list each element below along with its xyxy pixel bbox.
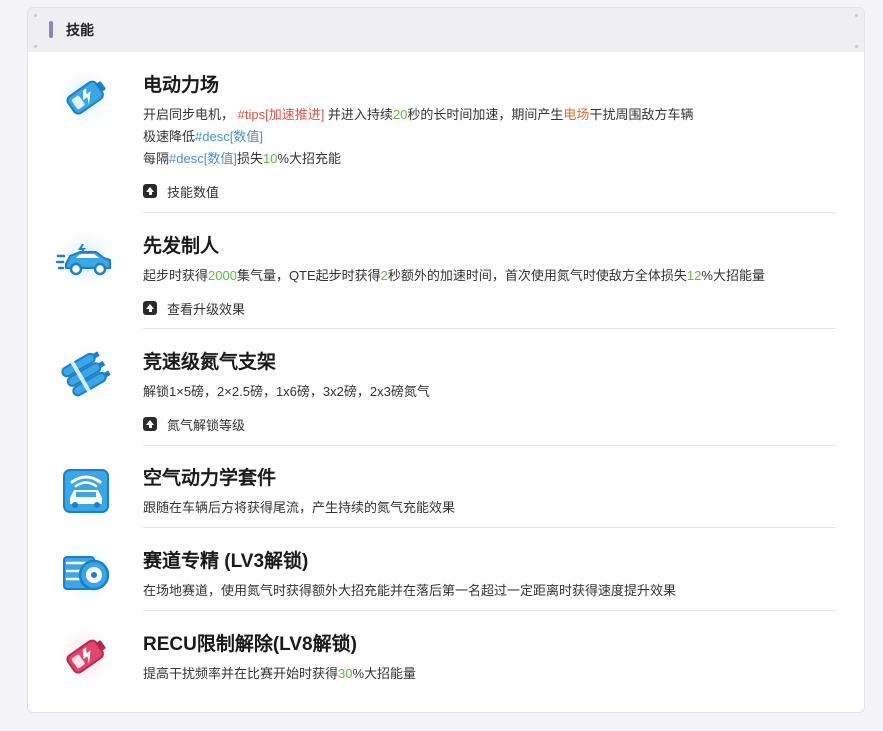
desc-line: 提高干扰频率并在比赛开始时获得30%大招能量 (143, 663, 836, 685)
skill-title: 电动力场 (143, 75, 220, 96)
nitro-unlock-expander[interactable]: 氮气解锁等级 (143, 414, 836, 434)
expand-arrow-icon (143, 184, 157, 198)
corner-dot (34, 14, 37, 17)
highlight-text: 30 (338, 666, 353, 681)
highlight-text: 2000 (208, 268, 237, 283)
desc-line: 开启同步电机， #tips[加速推进] 并进入持续20秒的长时间加速，期间产生电… (143, 104, 836, 126)
car-boost-icon (54, 226, 118, 290)
desc-text: 极速降低 (143, 129, 196, 144)
divider (143, 527, 836, 528)
highlight-text: #tips[加速推进] (237, 107, 325, 122)
aero-car-icon (54, 458, 118, 522)
corner-dot (34, 45, 37, 48)
highlight-text: 20 (392, 107, 408, 122)
panel-title: 技能 (66, 22, 94, 38)
desc-text: 集气量，QTE起步时获得 (236, 268, 381, 283)
expand-arrow-icon (143, 301, 157, 315)
expand-arrow-icon (143, 417, 157, 431)
divider (143, 445, 836, 446)
corner-dot (855, 45, 858, 48)
header-accent-bar (49, 21, 53, 38)
desc-text: 在场地赛道，使用氮气时获得额外大招充能并在落后第一名超过一定距离时获得速度提升效… (143, 583, 677, 598)
highlight-text: 10 (262, 151, 278, 166)
skills-panel: 技能 电动力场 开启同步电机， #tips[加速推进] 并进入持续20秒的长时间… (27, 7, 865, 713)
corner-dot (855, 14, 858, 17)
skill-title: 竞速级氮气支架 (143, 352, 277, 373)
desc-line: 起步时获得2000集气量，QTE起步时获得2秒额外的加速时间，首次使用氮气时使敌… (143, 265, 836, 287)
skill-description: 解锁1×5磅，2×2.5磅，1x6磅，3x2磅，2x3磅氮气 (143, 381, 836, 403)
tire-icon (54, 541, 118, 605)
panel-header: 技能 (28, 8, 864, 52)
desc-text: 每隔 (143, 151, 170, 166)
battery-blue-icon (54, 65, 118, 129)
desc-text: %大招能量 (352, 666, 417, 681)
desc-line: 每隔#desc[数值]损失10%大招充能 (143, 148, 836, 170)
desc-text: 开启同步电机， (143, 107, 238, 122)
desc-text: %大招充能 (277, 151, 341, 166)
desc-text: 解锁1×5磅，2×2.5磅，1x6磅，3x2磅，2x3磅氮气 (143, 384, 430, 399)
highlight-text: 电场 (563, 107, 590, 122)
desc-text: %大招能量 (701, 268, 765, 283)
skill-description: 跟随在车辆后方将获得尾流，产生持续的氮气充能效果 (143, 497, 836, 519)
expander-label: 技能数值 (167, 184, 220, 200)
highlight-text: #desc[数值] (169, 151, 237, 166)
divider (143, 610, 836, 611)
highlight-text: 2 (380, 268, 388, 283)
highlight-text: #desc[数值] (195, 129, 263, 144)
skill-title: 赛道专精 (LV3解锁) (143, 551, 309, 572)
battery-red-icon (54, 624, 118, 688)
skill-description: 提高干扰频率并在比赛开始时获得30%大招能量 (143, 663, 836, 685)
desc-text: 秒的长时间加速，期间产生 (407, 107, 564, 122)
skill-title: RECU限制解除(LV8解锁) (143, 634, 357, 655)
desc-text: 干扰周围敌方车辆 (589, 107, 694, 122)
desc-line: 在场地赛道，使用氮气时获得额外大招充能并在落后第一名超过一定距离时获得速度提升效… (143, 580, 836, 602)
skill-title: 先发制人 (143, 236, 220, 257)
desc-text: 损失 (236, 151, 263, 166)
highlight-text: 12 (686, 268, 702, 283)
skill-description: 开启同步电机， #tips[加速推进] 并进入持续20秒的长时间加速，期间产生电… (143, 104, 836, 170)
skill-values-expander[interactable]: 技能数值 (143, 181, 836, 201)
skill-description: 起步时获得2000集气量，QTE起步时获得2秒额外的加速时间，首次使用氮气时使敌… (143, 265, 836, 287)
desc-text: 并进入持续 (324, 107, 393, 122)
skill-description: 在场地赛道，使用氮气时获得额外大招充能并在落后第一名超过一定距离时获得速度提升效… (143, 580, 836, 602)
desc-text: 起步时获得 (143, 268, 209, 283)
upgrade-effects-expander[interactable]: 查看升级效果 (143, 298, 836, 318)
expander-label: 氮气解锁等级 (167, 417, 246, 433)
divider (143, 328, 836, 329)
divider (143, 212, 836, 213)
expander-label: 查看升级效果 (167, 301, 246, 317)
nitro-tanks-icon (54, 342, 118, 406)
desc-line: 极速降低#desc[数值] (143, 126, 836, 148)
desc-text: 跟随在车辆后方将获得尾流，产生持续的氮气充能效果 (143, 500, 456, 515)
desc-line: 解锁1×5磅，2×2.5磅，1x6磅，3x2磅，2x3磅氮气 (143, 381, 836, 403)
desc-line: 跟随在车辆后方将获得尾流，产生持续的氮气充能效果 (143, 497, 836, 519)
desc-text: 提高干扰频率并在比赛开始时获得 (143, 666, 339, 681)
skill-title: 空气动力学套件 (143, 468, 277, 489)
desc-text: 秒额外的加速时间，首次使用氮气时使敌方全体损失 (387, 268, 687, 283)
